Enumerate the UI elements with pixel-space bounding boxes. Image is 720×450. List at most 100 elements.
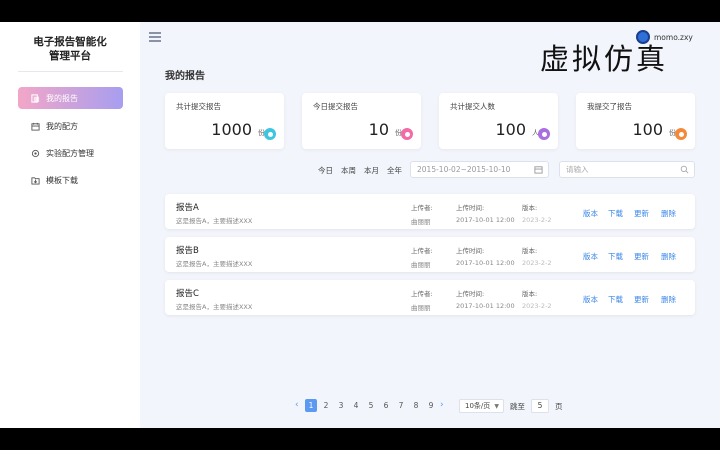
stat-dot-icon [264,128,276,140]
update-button[interactable]: 更新 [634,208,649,219]
goto-page-input[interactable]: 5 [531,399,549,413]
stat-card-my-reports: 我提交了报告 100 份 [576,93,695,149]
download-button[interactable]: 下载 [608,294,623,305]
report-icon [31,93,40,103]
prev-page-icon[interactable]: ‹ [295,399,299,411]
upload-time-value: 2017-10-01 12:00 [456,216,515,224]
download-button[interactable]: 下载 [608,251,623,262]
sidebar-item-template-download[interactable]: 模板下载 [18,169,123,191]
brand-line-2: 管理平台 [49,50,91,62]
stat-value: 10 份 [302,120,402,139]
search-icon[interactable] [680,165,689,174]
page-number[interactable]: 9 [425,399,437,412]
stat-value: 100 份 [576,120,676,139]
table-row: 报告B 这是报告A，主要描述XXX 上传者: 曲丽丽 上传时间: 2017-10… [165,237,695,272]
letterbox-top [0,0,720,22]
report-description: 这是报告A，主要描述XXX [176,260,253,268]
stat-number: 1000 [211,120,252,139]
version-value: 2023-2-2 [522,302,552,310]
stat-value: 100 人 [439,120,539,139]
report-description: 这是报告A，主要描述XXX [176,303,253,311]
page-number[interactable]: 5 [365,399,377,412]
report-description: 这是报告A，主要描述XXX [176,217,253,225]
stat-number: 10 [368,120,389,139]
version-button[interactable]: 版本 [583,208,598,219]
version-label: 版本: [522,290,538,298]
page-title: 我的报告 [165,71,205,82]
filter-today[interactable]: 今日 [318,165,333,176]
upload-time-value: 2017-10-01 12:00 [456,302,515,310]
page-number[interactable]: 7 [395,399,407,412]
table-row: 报告C 这是报告A，主要描述XXX 上传者: 曲丽丽 上传时间: 2017-10… [165,280,695,315]
goto-suffix: 页 [555,402,563,411]
uploader-value: 曲丽丽 [411,218,431,226]
version-button[interactable]: 版本 [583,294,598,305]
delete-button[interactable]: 删除 [661,251,676,262]
stat-label: 共计提交人数 [450,102,495,111]
goto-label: 跳至 [510,402,525,411]
search-input[interactable]: 请输入 [559,161,695,178]
date-range-value: 2015-10-02~2015-10-10 [417,165,511,174]
delete-button[interactable]: 删除 [661,294,676,305]
page-number[interactable]: 3 [335,399,347,412]
uploader-label: 上传者: [411,290,433,298]
stat-dot-icon [675,128,687,140]
sidebar-item-label: 实验配方管理 [46,148,94,158]
download-button[interactable]: 下载 [608,208,623,219]
filter-week[interactable]: 本周 [341,165,356,176]
page-size-select[interactable]: 10条/页 ▼ [459,399,504,413]
stat-dot-icon [538,128,550,140]
stat-card-total-reports: 共计提交报告 1000 份 [165,93,284,149]
menu-toggle-icon[interactable] [149,32,161,42]
update-button[interactable]: 更新 [634,251,649,262]
stat-number: 100 [495,120,526,139]
filter-year[interactable]: 全年 [387,165,402,176]
next-page-icon[interactable]: › [440,399,444,411]
stat-label: 今日提交报告 [313,102,358,111]
calendar-icon [534,166,543,174]
stat-number: 100 [632,120,663,139]
calendar-icon [31,122,40,131]
version-label: 版本: [522,204,538,212]
brand-line-1: 电子报告智能化 [33,36,107,48]
sidebar-item-my-recipes[interactable]: 我的配方 [18,115,123,137]
uploader-label: 上传者: [411,247,433,255]
report-title: 报告A [176,203,199,213]
uploader-value: 曲丽丽 [411,304,431,312]
page-number[interactable]: 4 [350,399,362,412]
sidebar-item-recipe-management[interactable]: 实验配方管理 [18,142,123,164]
letterbox-bottom [0,428,720,450]
page-number[interactable]: 1 [305,399,317,412]
update-button[interactable]: 更新 [634,294,649,305]
uploader-label: 上传者: [411,204,433,212]
app-brand: 电子报告智能化 管理平台 [0,35,140,63]
sidebar-item-my-reports[interactable]: 我的报告 [18,87,123,109]
delete-button[interactable]: 删除 [661,208,676,219]
sidebar-item-label: 我的报告 [46,93,78,103]
page-number[interactable]: 2 [320,399,332,412]
upload-time-label: 上传时间: [456,204,485,212]
stat-card-total-people: 共计提交人数 100 人 [439,93,558,149]
stat-label: 我提交了报告 [587,102,632,111]
sidebar-item-label: 模板下载 [46,175,78,185]
version-button[interactable]: 版本 [583,251,598,262]
sidebar: 电子报告智能化 管理平台 我的报告 我的配方 实验配方管理 模板下载 [0,22,140,428]
page-size-value: 10条/页 [465,402,491,410]
version-value: 2023-2-2 [522,259,552,267]
stat-card-today-reports: 今日提交报告 10 份 [302,93,421,149]
app-screen: 电子报告智能化 管理平台 我的报告 我的配方 实验配方管理 模板下载 momo.… [0,22,720,428]
version-value: 2023-2-2 [522,216,552,224]
upload-time-value: 2017-10-01 12:00 [456,259,515,267]
uploader-value: 曲丽丽 [411,261,431,269]
sidebar-item-label: 我的配方 [46,121,78,131]
stat-dot-icon [401,128,413,140]
page-number[interactable]: 6 [380,399,392,412]
watermark-text: 虚拟仿真 [540,42,669,76]
gear-icon [31,149,40,158]
date-range-picker[interactable]: 2015-10-02~2015-10-10 [410,161,549,178]
download-folder-icon [31,176,40,185]
page-number[interactable]: 8 [410,399,422,412]
filter-month[interactable]: 本月 [364,165,379,176]
version-label: 版本: [522,247,538,255]
upload-time-label: 上传时间: [456,247,485,255]
